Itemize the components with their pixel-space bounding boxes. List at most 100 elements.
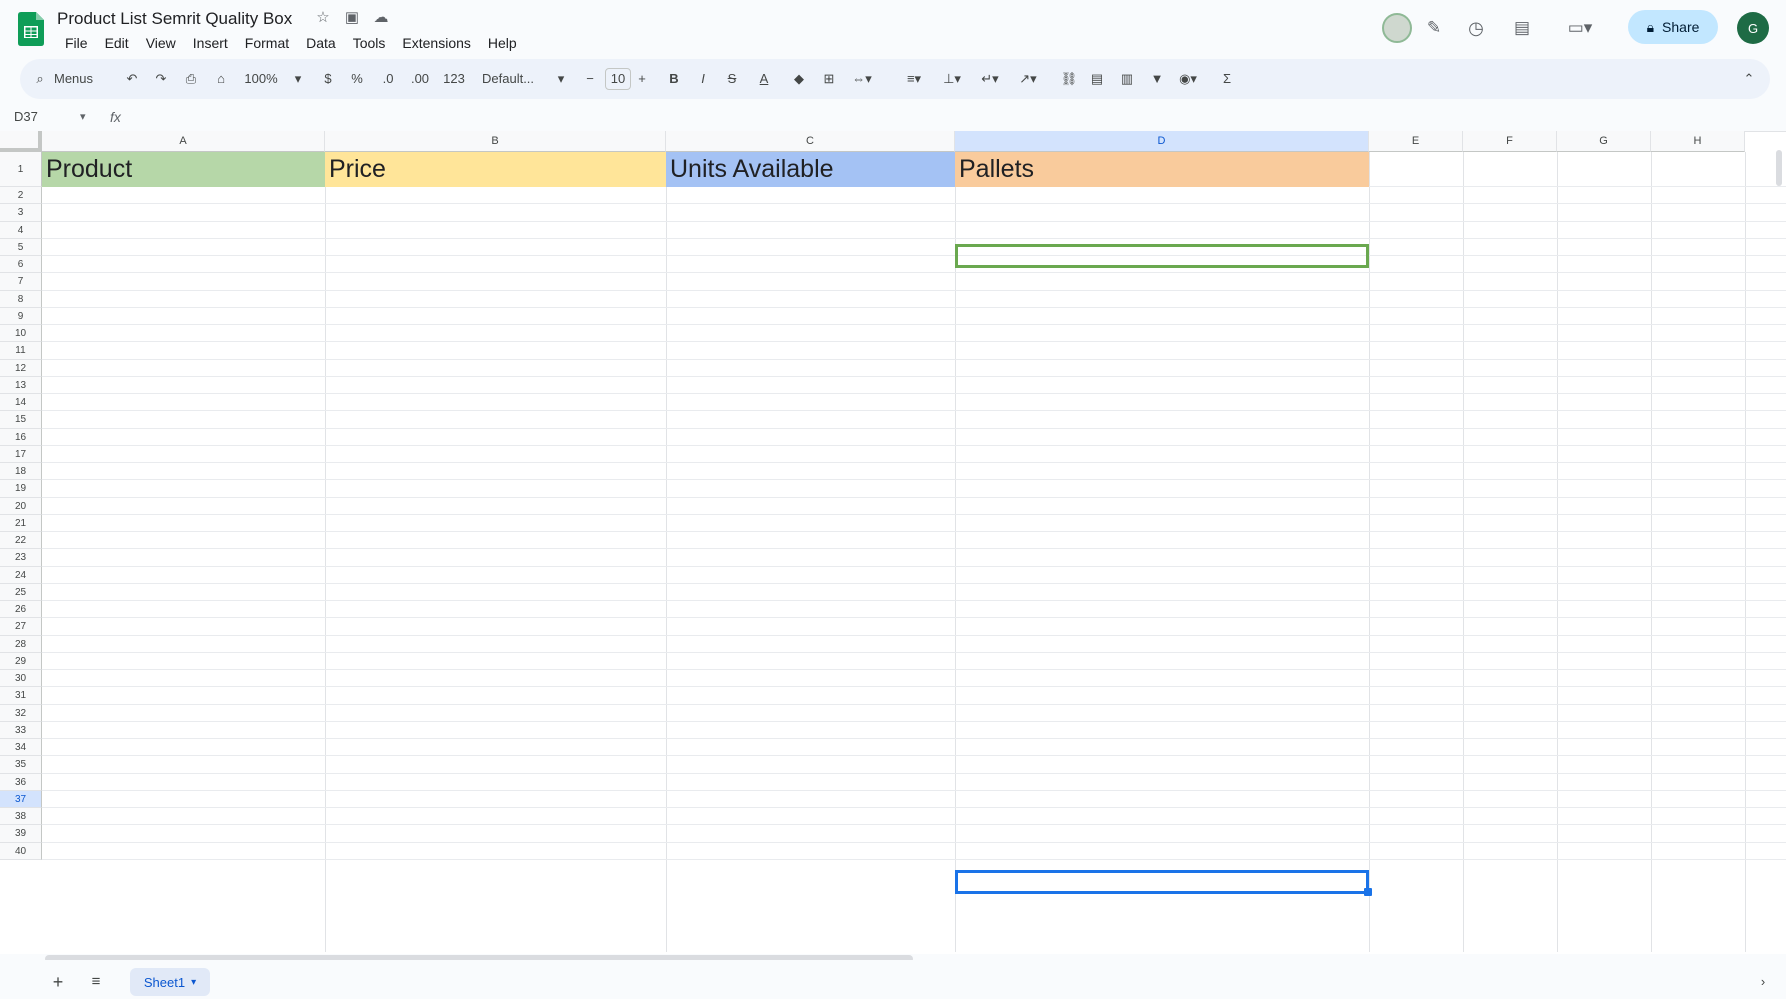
fill-color-icon[interactable]: ◆ bbox=[790, 69, 808, 89]
font-size-decrease-icon[interactable]: − bbox=[583, 69, 597, 89]
row-header-8[interactable]: 8 bbox=[0, 290, 42, 308]
font-size-increase-icon[interactable]: + bbox=[635, 69, 649, 89]
bold-button[interactable]: B bbox=[666, 69, 682, 89]
chevron-down-icon[interactable]: ▾ bbox=[290, 69, 306, 89]
search-menus[interactable]: Menus bbox=[54, 69, 106, 89]
row-header-17[interactable]: 17 bbox=[0, 445, 42, 463]
row-header-19[interactable]: 19 bbox=[0, 480, 42, 498]
row-header-32[interactable]: 32 bbox=[0, 704, 42, 722]
row-header-38[interactable]: 38 bbox=[0, 808, 42, 826]
row-header-12[interactable]: 12 bbox=[0, 359, 42, 377]
row-header-40[interactable]: 40 bbox=[0, 842, 42, 860]
row-header-26[interactable]: 26 bbox=[0, 601, 42, 619]
borders-icon[interactable]: ⊞ bbox=[820, 69, 838, 89]
filter-views-icon[interactable]: ◉▾ bbox=[1174, 69, 1202, 89]
decrease-decimal[interactable]: .0 bbox=[376, 69, 400, 89]
menu-extensions[interactable]: Extensions bbox=[394, 33, 479, 53]
column-header-g[interactable]: G bbox=[1557, 131, 1651, 152]
meet-icon[interactable]: ▭▾ bbox=[1556, 13, 1604, 43]
merge-cells-icon[interactable]: ⇔▾ bbox=[848, 69, 876, 89]
row-header-39[interactable]: 39 bbox=[0, 825, 42, 843]
column-header-b[interactable]: B bbox=[325, 131, 666, 152]
horizontal-align-icon[interactable]: ≡▾ bbox=[900, 69, 928, 89]
move-to-folder-icon[interactable]: ▣ bbox=[343, 9, 361, 27]
menu-help[interactable]: Help bbox=[480, 33, 526, 53]
column-header-d[interactable]: D bbox=[955, 131, 1369, 152]
insert-comment-icon[interactable]: ▤ bbox=[1088, 69, 1106, 89]
menu-edit[interactable]: Edit bbox=[97, 33, 138, 53]
paint-format-icon[interactable]: ⌂ bbox=[212, 69, 230, 89]
row-header-34[interactable]: 34 bbox=[0, 739, 42, 757]
insert-chart-icon[interactable]: ▥ bbox=[1118, 69, 1136, 89]
menu-format[interactable]: Format bbox=[237, 33, 298, 53]
row-header-21[interactable]: 21 bbox=[0, 514, 42, 532]
row-header-2[interactable]: 2 bbox=[0, 187, 42, 205]
row-header-22[interactable]: 22 bbox=[0, 532, 42, 550]
row-header-20[interactable]: 20 bbox=[0, 497, 42, 515]
add-sheet-icon[interactable]: + bbox=[48, 972, 68, 992]
avatar[interactable]: G bbox=[1737, 12, 1769, 44]
row-header-33[interactable]: 33 bbox=[0, 721, 42, 739]
row-header-9[interactable]: 9 bbox=[0, 307, 42, 325]
column-header-c[interactable]: C bbox=[666, 131, 955, 152]
row-header-37[interactable]: 37 bbox=[0, 790, 42, 808]
collaborator-avatar-icon[interactable] bbox=[1381, 13, 1413, 43]
font-select[interactable]: Default... bbox=[482, 69, 550, 89]
row-header-18[interactable]: 18 bbox=[0, 463, 42, 481]
cell-a1[interactable]: Product bbox=[42, 152, 325, 187]
sheet-tab[interactable]: Sheet1 ▾ bbox=[130, 968, 210, 996]
row-header-24[interactable]: 24 bbox=[0, 566, 42, 584]
collapse-toolbar-icon[interactable]: ⌃ bbox=[1740, 69, 1758, 89]
highlighted-cell-d5[interactable] bbox=[955, 244, 1369, 268]
functions-icon[interactable]: Σ bbox=[1218, 69, 1236, 89]
share-button[interactable]: 🔒︎ Share bbox=[1628, 10, 1718, 44]
insert-link-icon[interactable]: ⛓ bbox=[1060, 69, 1078, 89]
comments-icon[interactable]: ▤ bbox=[1506, 13, 1538, 43]
sheets-logo-icon[interactable] bbox=[18, 12, 44, 46]
row-header-1[interactable]: 1 bbox=[0, 152, 42, 187]
vertical-align-icon[interactable]: ⊥▾ bbox=[938, 69, 966, 89]
row-header-30[interactable]: 30 bbox=[0, 670, 42, 688]
italic-button[interactable]: I bbox=[695, 69, 711, 89]
filter-icon[interactable]: ▼ bbox=[1148, 69, 1166, 89]
row-header-23[interactable]: 23 bbox=[0, 549, 42, 567]
text-color-button[interactable]: A bbox=[755, 69, 773, 89]
formula-input[interactable] bbox=[136, 104, 1776, 130]
column-header-f[interactable]: F bbox=[1463, 131, 1557, 152]
font-chevron-down-icon[interactable]: ▾ bbox=[554, 69, 568, 89]
active-cell-d37[interactable] bbox=[955, 870, 1369, 894]
name-box-chevron-icon[interactable]: ▾ bbox=[80, 106, 86, 128]
document-title[interactable]: Product List Semrit Quality Box bbox=[57, 9, 292, 29]
undo-icon[interactable]: ↶ bbox=[123, 69, 141, 89]
row-header-4[interactable]: 4 bbox=[0, 221, 42, 239]
star-icon[interactable]: ☆ bbox=[314, 9, 332, 27]
row-header-14[interactable]: 14 bbox=[0, 394, 42, 412]
menu-tools[interactable]: Tools bbox=[345, 33, 395, 53]
font-size-input[interactable]: 10 bbox=[605, 68, 631, 90]
menu-view[interactable]: View bbox=[138, 33, 185, 53]
column-header-e[interactable]: E bbox=[1369, 131, 1463, 152]
percent-format[interactable]: % bbox=[349, 69, 365, 89]
fill-handle[interactable] bbox=[1364, 888, 1372, 896]
column-header-a[interactable]: A bbox=[42, 131, 325, 152]
gemini-icon[interactable]: ✎ bbox=[1418, 13, 1450, 43]
cell-c1[interactable]: Units Available bbox=[666, 152, 955, 187]
row-header-11[interactable]: 11 bbox=[0, 342, 42, 360]
number-format[interactable]: 123 bbox=[440, 69, 468, 89]
menu-data[interactable]: Data bbox=[298, 33, 345, 53]
text-wrapping-icon[interactable]: ↵▾ bbox=[976, 69, 1004, 89]
column-header-h[interactable]: H bbox=[1651, 131, 1745, 152]
menu-file[interactable]: File bbox=[57, 33, 97, 53]
cell-b1[interactable]: Price bbox=[325, 152, 666, 187]
currency-format[interactable]: $ bbox=[320, 69, 336, 89]
print-icon[interactable]: ⎙ bbox=[182, 69, 200, 89]
history-icon[interactable]: ◷ bbox=[1460, 13, 1492, 43]
row-header-29[interactable]: 29 bbox=[0, 652, 42, 670]
explore-icon[interactable]: › bbox=[1753, 972, 1773, 992]
row-header-25[interactable]: 25 bbox=[0, 583, 42, 601]
row-header-36[interactable]: 36 bbox=[0, 773, 42, 791]
row-header-6[interactable]: 6 bbox=[0, 256, 42, 274]
cloud-status-icon[interactable]: ☁ bbox=[372, 9, 390, 27]
strikethrough-button[interactable]: S bbox=[724, 69, 740, 89]
text-rotation-icon[interactable]: ↗▾ bbox=[1014, 69, 1042, 89]
